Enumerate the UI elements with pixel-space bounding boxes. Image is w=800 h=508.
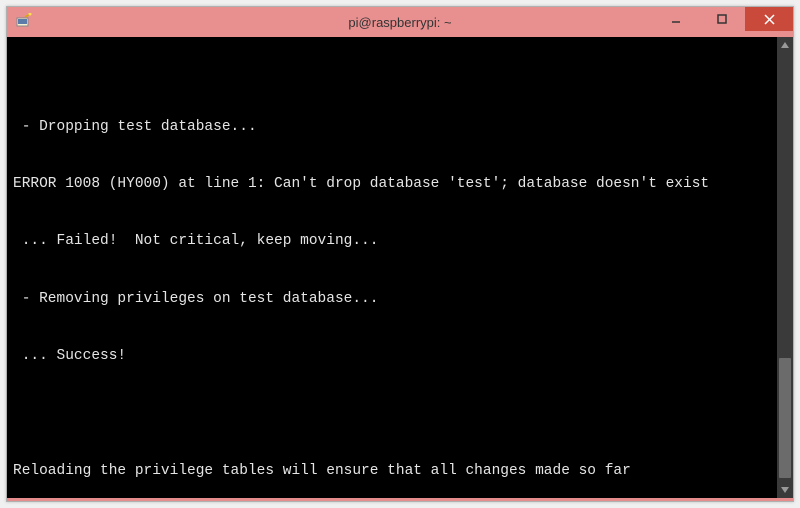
minimize-icon bbox=[671, 14, 681, 24]
close-button[interactable] bbox=[745, 7, 793, 31]
window-controls bbox=[653, 7, 793, 37]
terminal-line: Reloading the privilege tables will ensu… bbox=[13, 462, 769, 481]
titlebar[interactable]: pi@raspberrypi: ~ bbox=[7, 7, 793, 37]
terminal-window: pi@raspberrypi: ~ - Dropping test databa… bbox=[6, 6, 794, 502]
maximize-button[interactable] bbox=[699, 7, 745, 31]
terminal-line: - Dropping test database... bbox=[13, 118, 769, 137]
terminal-line: ... Success! bbox=[13, 347, 769, 366]
minimize-button[interactable] bbox=[653, 7, 699, 31]
terminal-content: - Dropping test database... ERROR 1008 (… bbox=[13, 79, 787, 498]
terminal-line bbox=[13, 404, 769, 423]
maximize-icon bbox=[717, 14, 727, 24]
terminal-line: ERROR 1008 (HY000) at line 1: Can't drop… bbox=[13, 175, 769, 194]
close-icon bbox=[764, 14, 775, 25]
chevron-up-icon bbox=[781, 42, 789, 48]
terminal-line: - Removing privileges on test database..… bbox=[13, 290, 769, 309]
scrollbar-up-button[interactable] bbox=[777, 37, 793, 53]
terminal-line: ... Failed! Not critical, keep moving... bbox=[13, 232, 769, 251]
terminal-body[interactable]: - Dropping test database... ERROR 1008 (… bbox=[7, 37, 793, 498]
